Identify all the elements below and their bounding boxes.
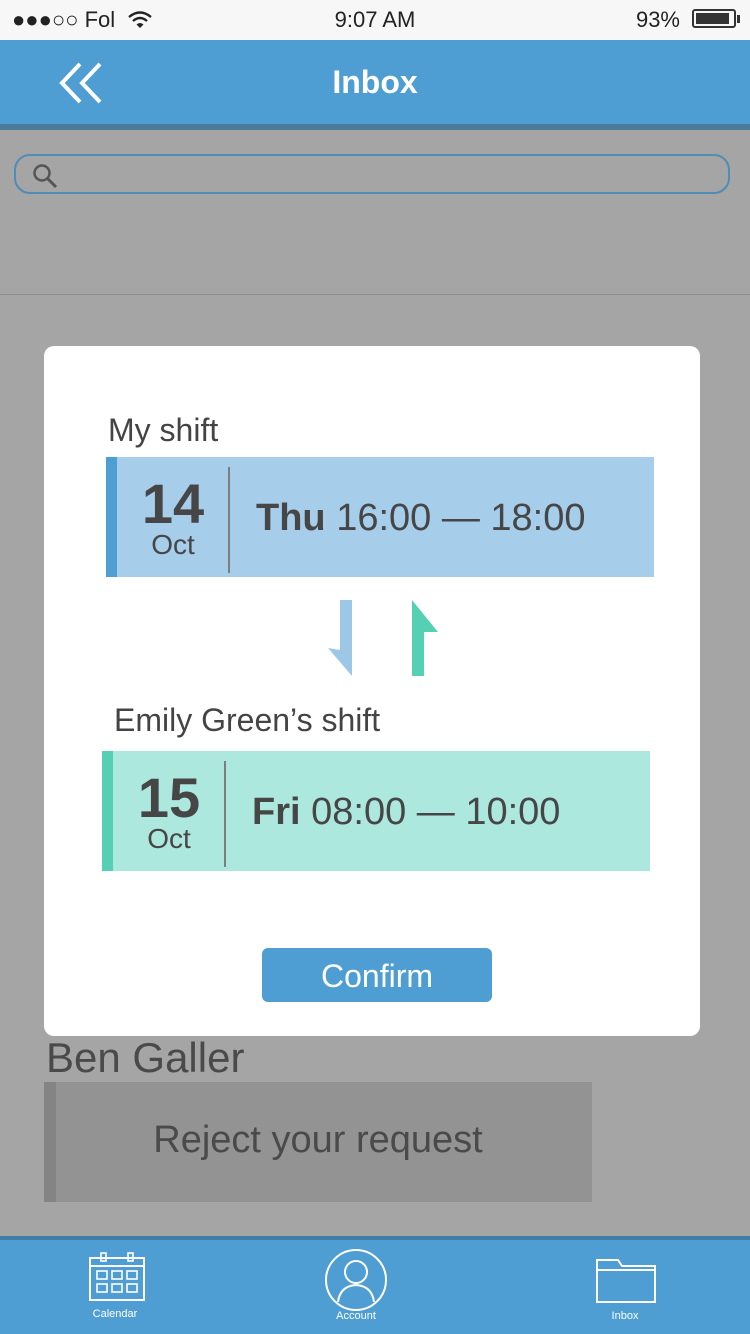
battery-level: [696, 13, 729, 24]
shift-card-separator: [224, 761, 226, 867]
tab-label: Calendar: [92, 1308, 138, 1320]
search-input[interactable]: [66, 160, 710, 190]
page-title: Inbox: [332, 64, 418, 100]
search-bar[interactable]: [14, 154, 730, 194]
shift-time: 08:00 — 10:00: [311, 791, 561, 833]
shift-day: 15: [137, 766, 201, 829]
header-bar: Inbox: [0, 40, 750, 124]
message-card[interactable]: Reject your request: [44, 1082, 592, 1202]
shift-time-line: Fri 08:00 — 10:00: [252, 791, 560, 834]
shift-time: 16:00 — 18:00: [336, 497, 586, 539]
calendar-icon: [89, 1252, 145, 1301]
shift-time-line: Thu 16:00 — 18:00: [256, 497, 586, 540]
header-divider: [0, 124, 750, 130]
folder-icon: [596, 1259, 656, 1303]
battery-tip: [737, 15, 740, 23]
search-icon: [33, 164, 58, 189]
sender-name: Ben Galler: [46, 1034, 245, 1081]
arrow-up-icon: [412, 600, 438, 676]
arrow-down-icon: [328, 600, 352, 676]
confirm-button[interactable]: Confirm: [262, 948, 492, 1002]
section-divider: [0, 294, 750, 295]
battery-icon: [692, 9, 736, 28]
shift-month: Oct: [151, 529, 195, 560]
tab-label: Inbox: [611, 1310, 639, 1322]
my-shift-label: My shift: [108, 412, 219, 448]
user-icon: [325, 1249, 387, 1311]
shift-day: 14: [141, 472, 205, 535]
tab-account[interactable]: Account: [300, 1236, 412, 1334]
shift-weekday: Thu: [256, 497, 326, 539]
other-shift-label: Emily Green’s shift: [114, 702, 381, 738]
shift-month: Oct: [147, 823, 191, 854]
shift-weekday: Fri: [252, 791, 301, 833]
tab-label: Account: [336, 1310, 376, 1322]
my-shift-card: 14 Oct Thu 16:00 — 18:00: [106, 457, 654, 577]
tab-bar: Calendar Account Inbox: [0, 1236, 750, 1334]
shift-card-separator: [228, 467, 230, 573]
battery-percent: 93%: [635, 7, 680, 32]
tab-calendar[interactable]: Calendar: [60, 1236, 170, 1334]
other-shift-card: 15 Oct Fri 08:00 — 10:00: [102, 751, 650, 871]
message-text: Reject your request: [153, 1119, 483, 1161]
tab-inbox[interactable]: Inbox: [570, 1236, 680, 1334]
status-bar: ●●●○○ Fol 9:07 AM 93%: [0, 0, 750, 40]
swap-shift-dialog: My shift 14 Oct Thu 16:00 — 18:00 Emily …: [44, 346, 700, 1036]
